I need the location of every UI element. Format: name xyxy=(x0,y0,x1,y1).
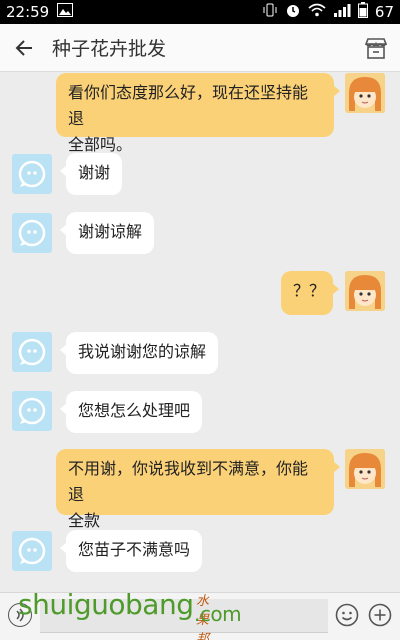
shop-icon xyxy=(364,37,388,59)
message-bubble-received[interactable]: 谢谢 xyxy=(59,153,123,195)
message-text: 您想怎么处理吧 xyxy=(78,401,191,420)
battery-level: 67 xyxy=(374,3,394,21)
message-text: 谢谢谅解 xyxy=(78,222,143,241)
chat-header: 种子花卉批发 xyxy=(0,24,400,72)
watermark-domain: .com xyxy=(194,602,242,626)
more-button[interactable] xyxy=(368,603,392,627)
emoji-button[interactable] xyxy=(335,603,359,627)
message-bubble-sent[interactable]: 不用谢，你说我收到不满意，你能退 全款 xyxy=(56,449,340,530)
gallery-icon xyxy=(57,3,74,21)
arrow-left-icon xyxy=(15,39,32,56)
plus-icon xyxy=(368,603,392,627)
message-text: 看你们态度那么好，现在还坚持能退 xyxy=(68,83,309,128)
message-bubble-sent[interactable]: 看你们态度那么好，现在还坚持能退 全部吗。 xyxy=(56,73,340,154)
message-text: ？？ xyxy=(293,281,326,300)
chat-bubble-icon xyxy=(18,219,46,247)
vibrate-icon xyxy=(262,2,278,22)
message-text: 不用谢，你说我收到不满意，你能退 xyxy=(68,459,309,504)
watermark: shuiguobang 水果邦 .com xyxy=(18,588,242,640)
message-bubble-sent[interactable]: ？？ xyxy=(281,271,339,315)
chat-bubble-icon xyxy=(18,338,46,366)
watermark-text: shuiguobang xyxy=(18,588,194,621)
contact-avatar[interactable] xyxy=(12,154,52,194)
emoji-icon xyxy=(335,603,359,627)
status-bar: 22:59 67 xyxy=(0,0,400,24)
alarm-icon xyxy=(285,2,301,22)
contact-avatar[interactable] xyxy=(12,213,52,253)
my-avatar[interactable] xyxy=(345,73,385,113)
chat-title: 种子花卉批发 xyxy=(52,38,167,60)
wifi-icon xyxy=(308,3,326,21)
status-time: 22:59 xyxy=(6,3,50,21)
message-bubble-received[interactable]: 您想怎么处理吧 xyxy=(59,391,203,433)
message-text: 我说谢谢您的谅解 xyxy=(78,342,207,361)
contact-avatar[interactable] xyxy=(12,531,52,571)
contact-avatar[interactable] xyxy=(12,332,52,372)
shop-button[interactable] xyxy=(352,24,400,72)
chat-bubble-icon xyxy=(18,397,46,425)
message-bubble-received[interactable]: 我说谢谢您的谅解 xyxy=(59,332,219,374)
chat-bubble-icon xyxy=(18,537,46,565)
message-text: 谢谢 xyxy=(78,163,111,182)
battery-icon xyxy=(357,2,368,22)
chat-bubble-icon xyxy=(18,160,46,188)
contact-avatar[interactable] xyxy=(12,391,52,431)
message-text: 您苗子不满意吗 xyxy=(78,540,191,559)
message-bubble-received[interactable]: 您苗子不满意吗 xyxy=(59,530,203,572)
back-button[interactable] xyxy=(0,24,48,72)
message-bubble-received[interactable]: 谢谢谅解 xyxy=(59,212,155,254)
signal-icon xyxy=(333,3,351,21)
my-avatar[interactable] xyxy=(345,271,385,311)
chat-area[interactable]: 看你们态度那么好，现在还坚持能退 全部吗。 谢谢 谢谢谅解 ？？ 我说谢谢您的谅… xyxy=(0,73,400,586)
my-avatar[interactable] xyxy=(345,449,385,489)
